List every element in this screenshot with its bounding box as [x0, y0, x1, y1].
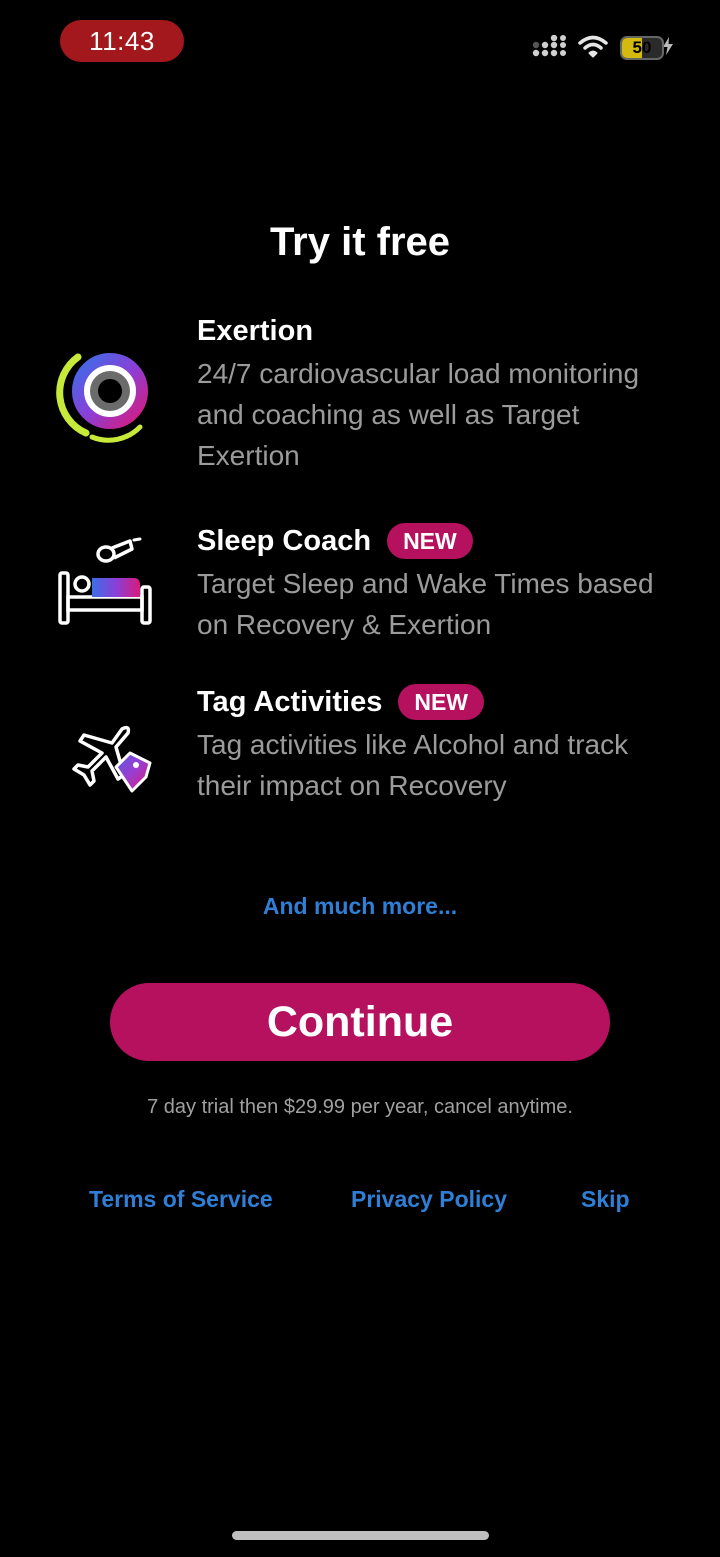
feature-text: Tag Activities NEW Tag activities like A…: [197, 683, 680, 806]
battery-percent: 50: [632, 38, 652, 57]
terms-of-service-link[interactable]: Terms of Service: [89, 1186, 273, 1213]
cellular-signal-icon: [532, 34, 566, 62]
feature-description: Target Sleep and Wake Times based on Rec…: [197, 568, 654, 640]
feature-title: Tag Activities NEW: [197, 683, 680, 721]
exertion-ring-icon: [56, 345, 154, 443]
battery-indicator: 50: [620, 36, 664, 60]
new-badge: NEW: [398, 684, 484, 720]
feature-title: Sleep Coach NEW: [197, 522, 680, 560]
trial-pricing-text: 7 day trial then $29.99 per year, cancel…: [147, 1096, 573, 1118]
airplane-tag-icon: [56, 723, 154, 821]
skip-link[interactable]: Skip: [581, 1186, 630, 1213]
new-badge: NEW: [387, 523, 473, 559]
feature-text: Exertion 24/7 cardiovascular load monito…: [197, 312, 680, 476]
feature-description: Tag activities like Alcohol and track th…: [197, 729, 629, 801]
page-title: Try it free: [269, 220, 451, 264]
and-much-more-link[interactable]: And much more...: [0, 893, 720, 920]
status-icons: 50: [532, 32, 674, 64]
feature-description: 24/7 cardiovascular load monitoring and …: [197, 358, 640, 471]
feature-title-label: Exertion: [197, 315, 314, 347]
home-indicator[interactable]: [232, 1531, 489, 1540]
bed-alarm-icon: [56, 537, 154, 635]
feature-title-label: Sleep Coach: [197, 525, 372, 557]
feature-title-label: Tag Activities: [197, 686, 383, 718]
feature-text: Sleep Coach NEW Target Sleep and Wake Ti…: [197, 522, 680, 645]
wifi-icon: [578, 34, 608, 63]
feature-title: Exertion: [197, 312, 680, 350]
continue-button[interactable]: Continue: [110, 983, 610, 1061]
privacy-policy-link[interactable]: Privacy Policy: [351, 1186, 507, 1213]
status-time: 11:43: [60, 20, 184, 62]
